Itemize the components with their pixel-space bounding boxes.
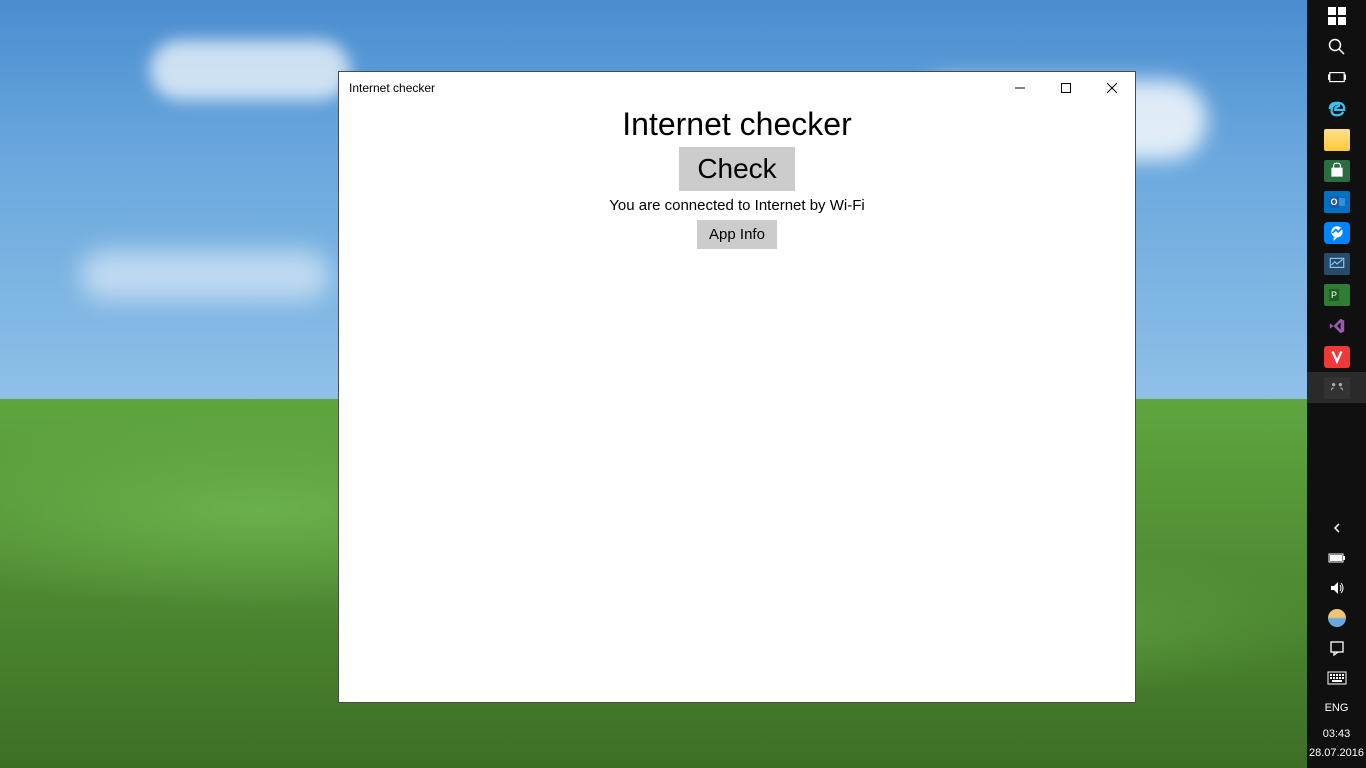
svg-text:P: P (1330, 290, 1336, 300)
language-indicator: ENG (1325, 699, 1349, 717)
search-icon (1328, 38, 1346, 56)
systray-volume[interactable] (1307, 573, 1366, 603)
folder-icon (1324, 129, 1350, 151)
search-button[interactable] (1307, 31, 1366, 62)
app-content: Internet checker Check You are connected… (339, 104, 1135, 249)
minimize-button[interactable] (997, 72, 1043, 104)
outlook-icon: O (1324, 191, 1350, 213)
store-icon (1324, 160, 1350, 182)
taskbar-app-store[interactable] (1307, 155, 1366, 186)
close-icon (1107, 83, 1117, 93)
systray-battery[interactable] (1307, 543, 1366, 573)
taskbar-app-monitor[interactable] (1307, 248, 1366, 279)
taskbar-app-vivaldi[interactable] (1307, 341, 1366, 372)
systray-clock[interactable]: 03:43 28.07.2016 (1307, 723, 1366, 764)
window-title: Internet checker (349, 81, 435, 95)
systray-weather[interactable] (1307, 603, 1366, 633)
connection-status-text: You are connected to Internet by Wi-Fi (609, 197, 864, 214)
app-icon (1324, 377, 1350, 399)
visual-studio-icon (1324, 315, 1350, 337)
app-heading: Internet checker (622, 106, 851, 143)
systray-keyboard[interactable] (1307, 663, 1366, 693)
volume-icon (1329, 580, 1345, 596)
taskbar-app-internet-checker[interactable] (1307, 372, 1366, 403)
systray-expand-button[interactable] (1307, 513, 1366, 543)
taskbar-app-file-explorer[interactable] (1307, 124, 1366, 155)
task-view-button[interactable] (1307, 62, 1366, 93)
start-button[interactable] (1307, 0, 1366, 31)
messenger-icon (1324, 222, 1350, 244)
titlebar[interactable]: Internet checker (339, 72, 1135, 104)
minimize-icon (1015, 83, 1025, 93)
app-info-button[interactable]: App Info (697, 220, 777, 249)
keyboard-icon (1327, 671, 1347, 685)
svg-text:O: O (1330, 197, 1337, 207)
close-button[interactable] (1089, 72, 1135, 104)
taskbar: O P (1307, 0, 1366, 768)
task-view-icon (1328, 69, 1346, 87)
weather-icon (1328, 609, 1346, 627)
chevron-left-icon (1332, 523, 1342, 533)
windows-logo-icon (1328, 7, 1346, 25)
project-icon: P (1324, 284, 1350, 306)
check-button[interactable]: Check (679, 147, 794, 191)
maximize-button[interactable] (1043, 72, 1089, 104)
window-controls (997, 72, 1135, 104)
maximize-icon (1061, 83, 1071, 93)
clock-time: 03:43 (1323, 725, 1351, 743)
taskbar-pinned-apps: O P (1307, 0, 1366, 403)
systray-language[interactable]: ENG (1307, 693, 1366, 723)
notification-icon (1329, 640, 1345, 656)
system-tray: ENG 03:43 28.07.2016 (1307, 513, 1366, 768)
clock-date: 28.07.2016 (1309, 744, 1364, 762)
taskbar-app-project[interactable]: P (1307, 279, 1366, 310)
monitor-icon (1324, 253, 1350, 275)
taskbar-app-visual-studio[interactable] (1307, 310, 1366, 341)
app-window: Internet checker Internet checker Check … (338, 71, 1136, 703)
taskbar-app-messenger[interactable] (1307, 217, 1366, 248)
taskbar-app-outlook[interactable]: O (1307, 186, 1366, 217)
vivaldi-icon (1324, 346, 1350, 368)
taskbar-app-edge[interactable] (1307, 93, 1366, 124)
systray-notifications[interactable] (1307, 633, 1366, 663)
edge-icon (1324, 98, 1350, 120)
battery-icon (1328, 552, 1346, 564)
